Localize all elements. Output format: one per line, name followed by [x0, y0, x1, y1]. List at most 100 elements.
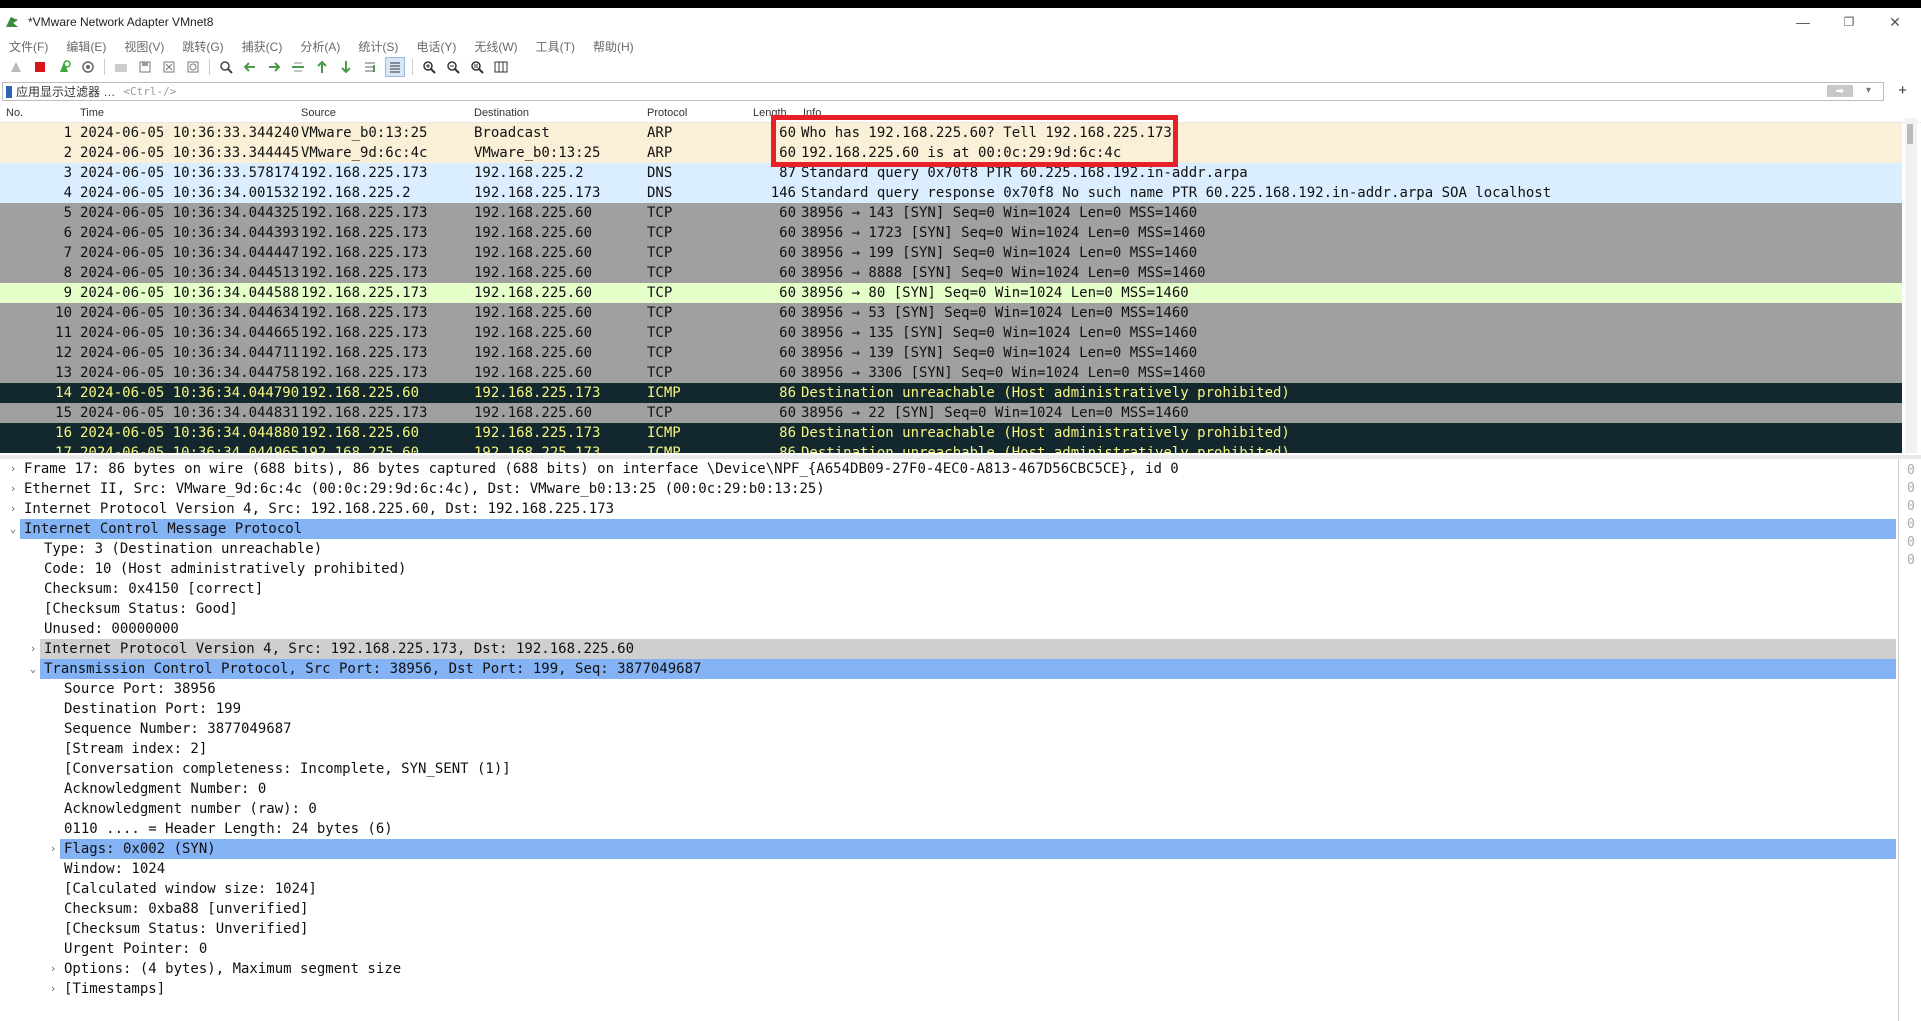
detail-item[interactable]: › Frame 17: 86 bytes on wire (688 bits), …	[0, 459, 1896, 479]
save-file-icon[interactable]	[136, 58, 154, 76]
detail-item[interactable]: › Options: (4 bytes), Maximum segment siz…	[0, 959, 1896, 979]
chevron-right-icon[interactable]: ›	[48, 959, 58, 979]
packet-row[interactable]: 12 2024-06-05 10:36:34.044711 192.168.225.…	[0, 343, 1902, 363]
menu-edit[interactable]: 编辑(E)	[57, 38, 115, 55]
column-protocol[interactable]: Protocol	[647, 107, 687, 119]
detail-item[interactable]: Acknowledgment Number: 0	[0, 779, 1896, 799]
packet-row[interactable]: 4 2024-06-05 10:36:34.001532 192.168.225.2…	[0, 183, 1902, 203]
menu-capture[interactable]: 捕获(C)	[233, 38, 292, 55]
chevron-right-icon[interactable]: ›	[8, 459, 18, 479]
menu-statistics[interactable]: 统计(S)	[349, 38, 407, 55]
column-source[interactable]: Source	[301, 107, 336, 119]
display-filter-input[interactable]: 应用显示过滤器 … <Ctrl-/> ➡ ▾	[2, 82, 1884, 101]
detail-item[interactable]: [Conversation completeness: Incomplete, …	[0, 759, 1896, 779]
detail-item[interactable]: [Calculated window size: 1024]	[0, 879, 1896, 899]
chevron-right-icon[interactable]: ›	[48, 839, 58, 859]
column-time[interactable]: Time	[80, 107, 104, 119]
find-packet-icon[interactable]	[217, 58, 235, 76]
menu-analyze[interactable]: 分析(A)	[291, 38, 349, 55]
packet-bytes[interactable]: 0 0 0 0 0 0	[1898, 459, 1921, 1021]
packet-row[interactable]: 8 2024-06-05 10:36:34.044513 192.168.225.1…	[0, 263, 1902, 283]
bookmark-icon[interactable]	[6, 85, 12, 98]
capture-options-icon[interactable]	[79, 58, 97, 76]
detail-item[interactable]: Destination Port: 199	[0, 699, 1896, 719]
packet-row[interactable]: 16 2024-06-05 10:36:34.044880 192.168.225.…	[0, 423, 1902, 443]
detail-item[interactable]: › [Timestamps]	[0, 979, 1896, 999]
go-back-icon[interactable]	[241, 58, 259, 76]
packet-details[interactable]: › Frame 17: 86 bytes on wire (688 bits), …	[0, 459, 1896, 1021]
detail-item[interactable]: Checksum: 0xba88 [unverified]	[0, 899, 1896, 919]
detail-item[interactable]: › Ethernet II, Src: VMware_9d:6c:4c (00:0…	[0, 479, 1896, 499]
detail-item[interactable]: 0110 .... = Header Length: 24 bytes (6)	[0, 819, 1896, 839]
first-packet-icon[interactable]	[313, 58, 331, 76]
colorize-icon[interactable]	[385, 57, 405, 77]
packet-row[interactable]: 5 2024-06-05 10:36:34.044325 192.168.225.1…	[0, 203, 1902, 223]
last-packet-icon[interactable]	[337, 58, 355, 76]
detail-item[interactable]: Code: 10 (Host administratively prohibit…	[0, 559, 1896, 579]
packet-row[interactable]: 11 2024-06-05 10:36:34.044665 192.168.225.…	[0, 323, 1902, 343]
packet-row[interactable]: 17 2024-06-05 10:36:34.044965 192.168.225.…	[0, 443, 1902, 453]
detail-item[interactable]: Sequence Number: 3877049687	[0, 719, 1896, 739]
detail-item[interactable]: Type: 3 (Destination unreachable)	[0, 539, 1896, 559]
packet-list-scrollbar[interactable]	[1905, 118, 1917, 453]
packet-row[interactable]: 10 2024-06-05 10:36:34.044634 192.168.225.…	[0, 303, 1902, 323]
detail-item[interactable]: Acknowledgment number (raw): 0	[0, 799, 1896, 819]
detail-item[interactable]: ⌄ Internet Control Message Protocol	[10, 519, 1896, 539]
detail-item[interactable]: [Checksum Status: Good]	[0, 599, 1896, 619]
menu-wireless[interactable]: 无线(W)	[465, 38, 526, 55]
column-no[interactable]: No.	[6, 107, 23, 119]
menu-help[interactable]: 帮助(H)	[584, 38, 643, 55]
packet-row[interactable]: 15 2024-06-05 10:36:34.044831 192.168.225.…	[0, 403, 1902, 423]
zoom-normal-icon[interactable]	[468, 58, 486, 76]
auto-scroll-icon[interactable]	[361, 58, 379, 76]
open-file-icon[interactable]	[112, 58, 130, 76]
reload-file-icon[interactable]	[184, 58, 202, 76]
detail-item[interactable]: › Internet Protocol Version 4, Src: 192.1…	[0, 499, 1896, 519]
detail-item[interactable]: Window: 1024	[0, 859, 1896, 879]
go-forward-icon[interactable]	[265, 58, 283, 76]
chevron-down-icon[interactable]: ⌄	[8, 519, 18, 539]
stop-capture-icon[interactable]	[31, 58, 49, 76]
close-file-icon[interactable]	[160, 58, 178, 76]
detail-item[interactable]: › Flags: 0x002 (SYN)	[50, 839, 1896, 859]
chevron-down-icon[interactable]: ⌄	[28, 659, 38, 679]
scrollbar-thumb[interactable]	[1907, 124, 1913, 144]
menu-file[interactable]: 文件(F)	[0, 38, 57, 55]
packet-row[interactable]: 9 2024-06-05 10:36:34.044588 192.168.225.1…	[0, 283, 1902, 303]
packet-row[interactable]: 6 2024-06-05 10:36:34.044393 192.168.225.1…	[0, 223, 1902, 243]
packet-cell-len: 60	[779, 225, 796, 241]
minimize-icon[interactable]: —	[1780, 8, 1826, 36]
restart-capture-icon[interactable]	[55, 58, 73, 76]
resize-columns-icon[interactable]	[492, 58, 510, 76]
detail-item[interactable]: › Internet Protocol Version 4, Src: 192.1…	[30, 639, 1896, 659]
add-filter-button[interactable]: +	[1898, 82, 1907, 99]
packet-row[interactable]: 7 2024-06-05 10:36:34.044447 192.168.225.1…	[0, 243, 1902, 263]
packet-list[interactable]: 1 2024-06-05 10:36:33.344240 VMware_b0:13:…	[0, 123, 1902, 453]
chevron-right-icon[interactable]: ›	[28, 639, 38, 659]
detail-item[interactable]: ⌄ Transmission Control Protocol, Src Port…	[30, 659, 1896, 679]
menu-view[interactable]: 视图(V)	[115, 38, 173, 55]
go-to-packet-icon[interactable]	[289, 58, 307, 76]
menu-telephony[interactable]: 电话(Y)	[407, 38, 465, 55]
packet-row[interactable]: 14 2024-06-05 10:36:34.044790 192.168.225.…	[0, 383, 1902, 403]
chevron-right-icon[interactable]: ›	[48, 979, 58, 999]
chevron-right-icon[interactable]: ›	[8, 499, 18, 519]
zoom-out-icon[interactable]	[444, 58, 462, 76]
zoom-in-icon[interactable]	[420, 58, 438, 76]
menu-tools[interactable]: 工具(T)	[527, 38, 584, 55]
start-capture-icon[interactable]	[7, 58, 25, 76]
detail-item[interactable]: Unused: 00000000	[0, 619, 1896, 639]
restore-icon[interactable]: ❐	[1826, 8, 1872, 36]
column-destination[interactable]: Destination	[474, 107, 529, 119]
apply-filter-arrow-icon[interactable]: ➡	[1827, 85, 1853, 97]
detail-item[interactable]: Urgent Pointer: 0	[0, 939, 1896, 959]
detail-item[interactable]: [Stream index: 2]	[0, 739, 1896, 759]
chevron-down-icon[interactable]: ▾	[1866, 85, 1871, 96]
packet-row[interactable]: 13 2024-06-05 10:36:34.044758 192.168.225.…	[0, 363, 1902, 383]
menu-go[interactable]: 跳转(G)	[173, 38, 232, 55]
close-icon[interactable]: ✕	[1872, 8, 1918, 36]
detail-item[interactable]: [Checksum Status: Unverified]	[0, 919, 1896, 939]
detail-item[interactable]: Checksum: 0x4150 [correct]	[0, 579, 1896, 599]
chevron-right-icon[interactable]: ›	[8, 479, 18, 499]
detail-item[interactable]: Source Port: 38956	[0, 679, 1896, 699]
